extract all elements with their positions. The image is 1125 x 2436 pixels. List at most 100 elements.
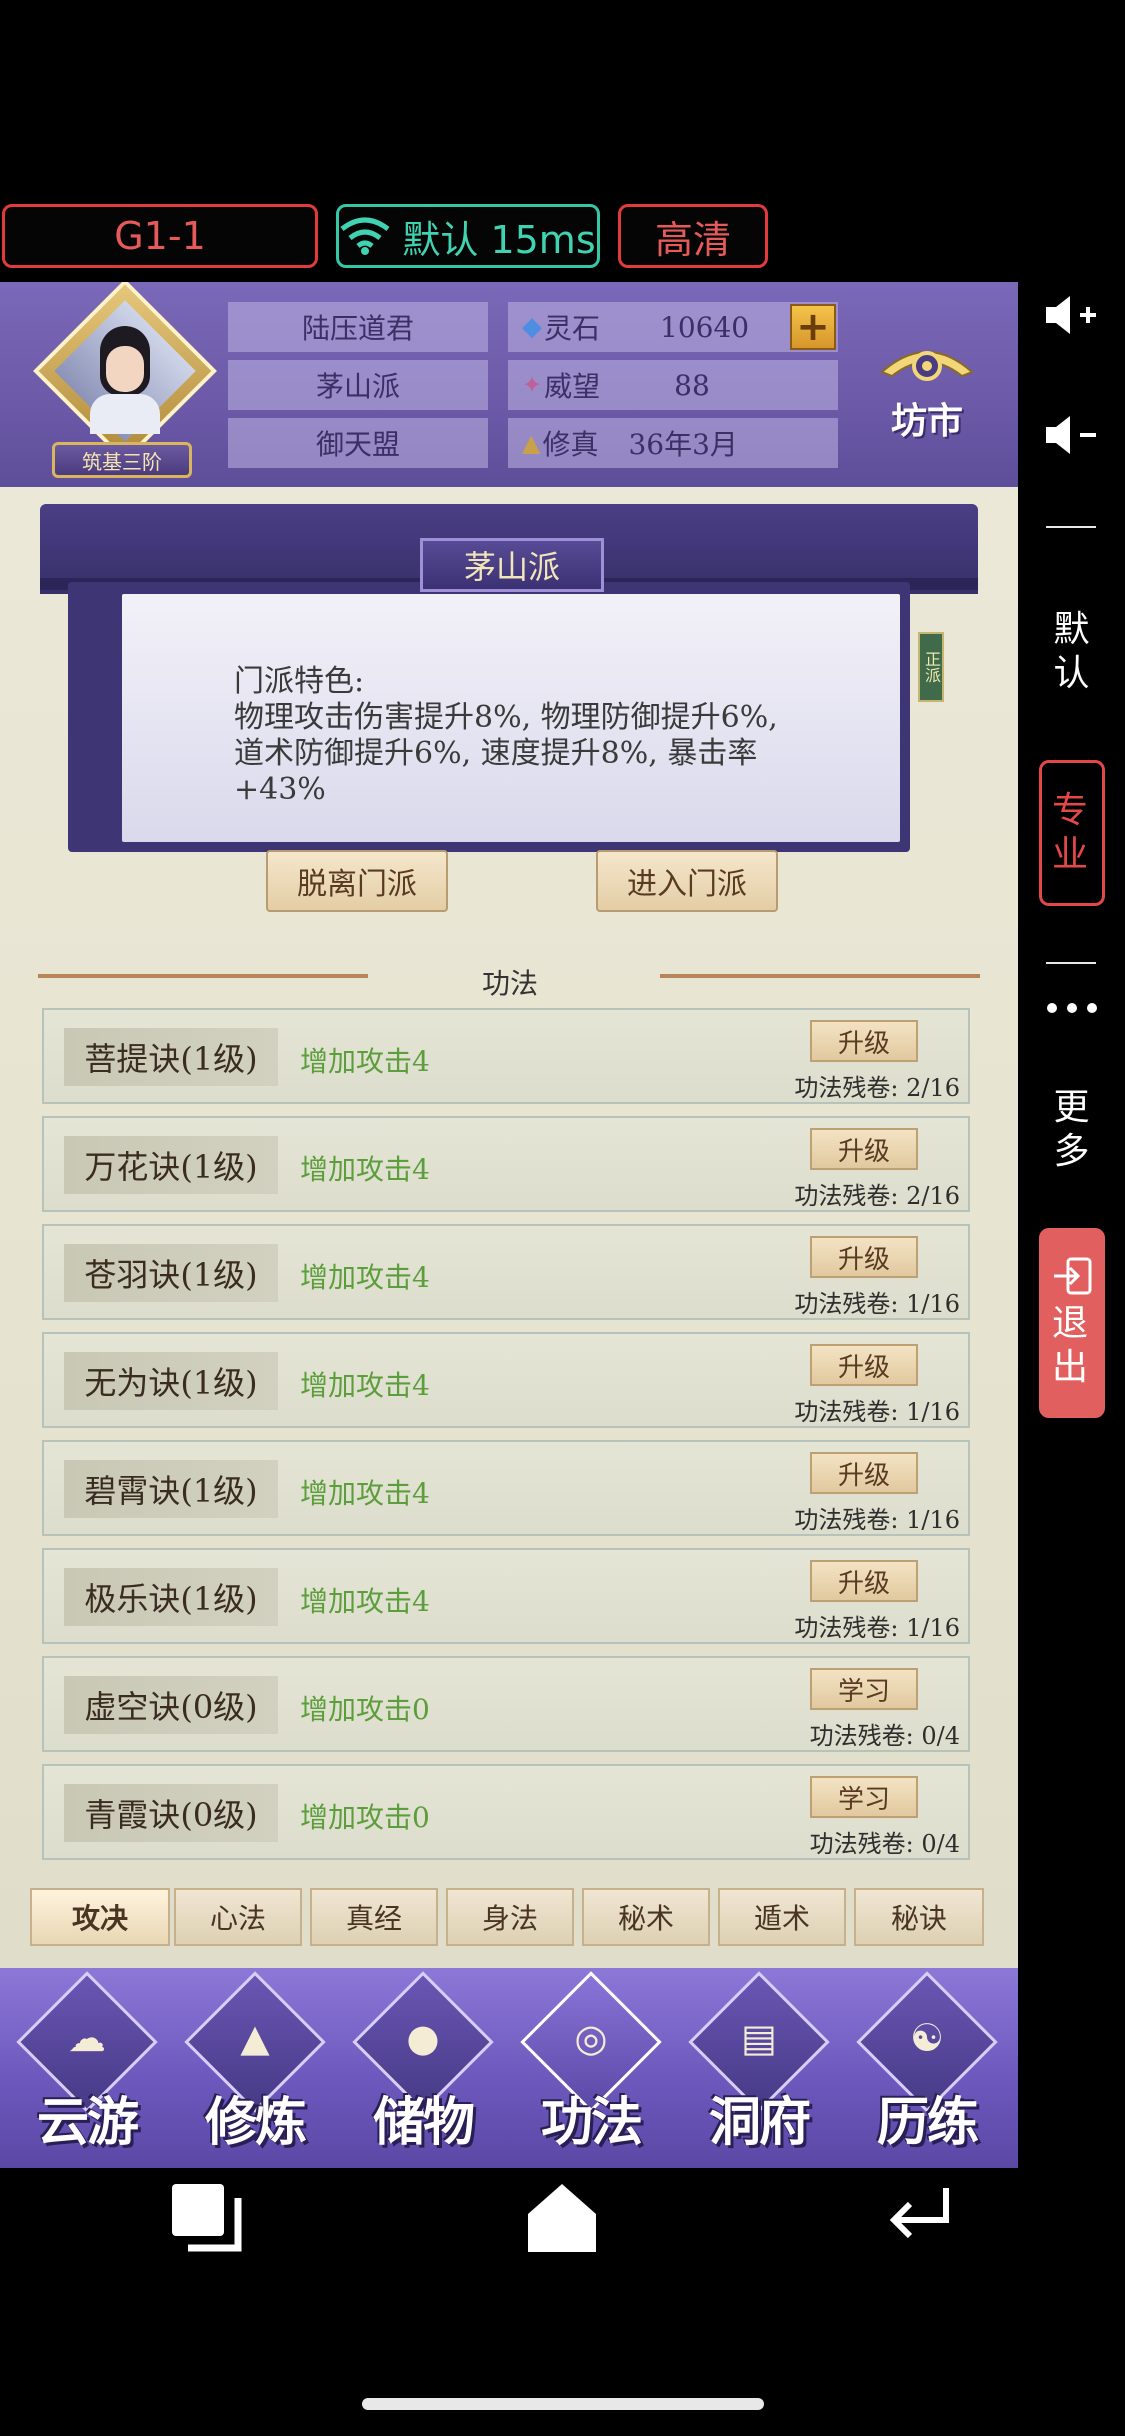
recent-apps-button[interactable] — [168, 2180, 244, 2260]
market-button[interactable]: 坊市 — [872, 332, 982, 442]
realm-badge: 筑基三阶 — [52, 442, 192, 478]
network-pill[interactable]: 默认 15ms — [336, 204, 600, 268]
nav-cultivate[interactable]: ▲ 修炼 — [184, 1971, 326, 2153]
skills-section-title: 功法 — [481, 967, 538, 1000]
skill-progress: 功法残卷: 2/16 — [794, 1182, 960, 1210]
skill-progress: 功法残卷: 0/4 — [809, 1722, 960, 1750]
leave-sect-button[interactable]: 脱离门派 — [266, 850, 448, 912]
skill-row: 菩提诀(1级) 增加攻击4 升级 功法残卷: 2/16 — [42, 1008, 970, 1104]
tab-escape[interactable]: 遁术 — [718, 1888, 846, 1946]
skill-row: 极乐诀(1级) 增加攻击4 升级 功法残卷: 1/16 — [42, 1548, 970, 1644]
skill-row: 无为诀(1级) 增加攻击4 升级 功法残卷: 1/16 — [42, 1332, 970, 1428]
add-spirit-stone-button[interactable]: + — [790, 304, 836, 350]
skill-effect: 增加攻击0 — [300, 1801, 430, 1834]
cultivation-stat: ▲ 修真 36年3月 — [508, 418, 838, 468]
more-label: 更多 — [1053, 1087, 1090, 1172]
skill-name: 苍羽诀(1级) — [64, 1244, 278, 1302]
skill-name: 碧霄诀(1级) — [64, 1460, 278, 1518]
skill-icon: ◎ — [574, 2016, 608, 2060]
nav-skills[interactable]: ◎ 功法 — [520, 1971, 662, 2153]
volume-down-icon — [1045, 416, 1096, 454]
more-button[interactable]: 更多 — [1018, 1086, 1125, 1174]
nav-wander[interactable]: ☁ 云游 — [16, 1971, 158, 2153]
back-icon — [889, 2188, 949, 2239]
tab-secret-formula[interactable]: 秘诀 — [854, 1888, 984, 1946]
prestige-icon: ✦ — [522, 371, 543, 399]
volume-down-button[interactable] — [1018, 410, 1125, 460]
tab-scripture[interactable]: 真经 — [310, 1888, 438, 1946]
pagoda-icon: ▲ — [240, 2016, 270, 2060]
upgrade-button[interactable]: 升级 — [810, 1344, 918, 1386]
more-dots-icon[interactable] — [1018, 1000, 1125, 1036]
divider-right — [660, 974, 980, 978]
skill-row: 碧霄诀(1级) 增加攻击4 升级 功法残卷: 1/16 — [42, 1440, 970, 1536]
default-mode-label: 默认 — [1053, 609, 1090, 694]
upgrade-button[interactable]: 升级 — [810, 1128, 918, 1170]
nav-training[interactable]: ☯ 历练 — [856, 1971, 998, 2153]
network-label: 默认 15ms — [402, 217, 596, 262]
sect-title: 茅山派 — [420, 538, 604, 592]
skill-name: 青霞诀(0级) — [64, 1784, 278, 1842]
spirit-stone-icon: ◆ — [522, 312, 542, 342]
tab-secret-art[interactable]: 秘术 — [582, 1888, 710, 1946]
nav-training-label: 历练 — [876, 2092, 979, 2153]
avatar[interactable] — [33, 282, 217, 466]
skill-row: 青霞诀(0级) 增加攻击0 学习 功法残卷: 0/4 — [42, 1764, 970, 1860]
skill-name: 菩提诀(1级) — [64, 1028, 278, 1086]
nav-storage[interactable]: ● 储物 — [352, 1971, 494, 2153]
skill-name: 无为诀(1级) — [64, 1352, 278, 1410]
cultivation-value: 36年3月 — [628, 428, 738, 461]
bag-icon: ● — [406, 2016, 440, 2060]
skill-effect: 增加攻击0 — [300, 1693, 430, 1726]
enter-sect-button[interactable]: 进入门派 — [596, 850, 778, 912]
learn-button[interactable]: 学习 — [810, 1668, 918, 1710]
skill-progress: 功法残卷: 1/16 — [794, 1506, 960, 1534]
home-indicator[interactable] — [362, 2398, 764, 2410]
skill-effect: 增加攻击4 — [300, 1477, 430, 1510]
spirit-stone-stat: ◆ 灵石 10640 — [508, 302, 838, 352]
yinyang-icon: ☯ — [909, 2016, 945, 2060]
volume-up-button[interactable] — [1018, 290, 1125, 340]
skill-name: 极乐诀(1级) — [64, 1568, 278, 1626]
nav-cave-label: 洞府 — [708, 2092, 811, 2153]
market-label: 坊市 — [890, 400, 963, 442]
player-sect: 茅山派 — [228, 360, 488, 410]
skill-row: 苍羽诀(1级) 增加攻击4 升级 功法残卷: 1/16 — [42, 1224, 970, 1320]
default-mode-button[interactable]: 默认 — [1018, 608, 1125, 696]
skill-effect: 增加攻击4 — [300, 1261, 430, 1294]
nav-cave[interactable]: ▤ 洞府 — [688, 1971, 830, 2153]
skill-name: 虚空诀(0级) — [64, 1676, 278, 1734]
wifi-icon — [340, 217, 390, 255]
upgrade-button[interactable]: 升级 — [810, 1236, 918, 1278]
quality-pill[interactable]: 高清 — [618, 204, 768, 268]
skill-row: 虚空诀(0级) 增加攻击0 学习 功法残卷: 0/4 — [42, 1656, 970, 1752]
home-button[interactable] — [524, 2180, 600, 2260]
skill-name: 万花诀(1级) — [64, 1136, 278, 1194]
exit-button[interactable]: 退出 — [1039, 1228, 1105, 1418]
upgrade-button[interactable]: 升级 — [810, 1452, 918, 1494]
recent-apps-icon — [172, 2184, 242, 2252]
sect-feature-text: 门派特色: 物理攻击伤害提升8%, 物理防御提升6%, 道术防御提升6%, 速度… — [234, 664, 778, 807]
pro-mode-button[interactable]: 专业 — [1039, 760, 1105, 906]
upgrade-button[interactable]: 升级 — [810, 1020, 918, 1062]
cultivation-label: 修真 — [542, 428, 599, 461]
tab-mind[interactable]: 心法 — [174, 1888, 302, 1946]
skill-row: 万花诀(1级) 增加攻击4 升级 功法残卷: 2/16 — [42, 1116, 970, 1212]
skill-progress: 功法残卷: 2/16 — [794, 1074, 960, 1102]
cloud-icon: ☁ — [68, 2016, 106, 2060]
player-alliance: 御天盟 — [228, 418, 488, 468]
prestige-stat: ✦ 威望 88 — [508, 360, 838, 410]
learn-button[interactable]: 学习 — [810, 1776, 918, 1818]
tab-movement[interactable]: 身法 — [446, 1888, 574, 1946]
skill-effect: 增加攻击4 — [300, 1153, 430, 1186]
pro-mode-label: 专业 — [1052, 790, 1089, 875]
prestige-label: 威望 — [544, 370, 601, 403]
tab-attack[interactable]: 攻决 — [30, 1888, 170, 1946]
player-name: 陆压道君 — [228, 302, 488, 352]
skill-progress: 功法残卷: 1/16 — [794, 1614, 960, 1642]
home-icon — [528, 2184, 596, 2252]
upgrade-button[interactable]: 升级 — [810, 1560, 918, 1602]
level-pill[interactable]: G1-1 — [2, 204, 318, 268]
skill-effect: 增加攻击4 — [300, 1369, 430, 1402]
back-button[interactable] — [884, 2180, 960, 2260]
